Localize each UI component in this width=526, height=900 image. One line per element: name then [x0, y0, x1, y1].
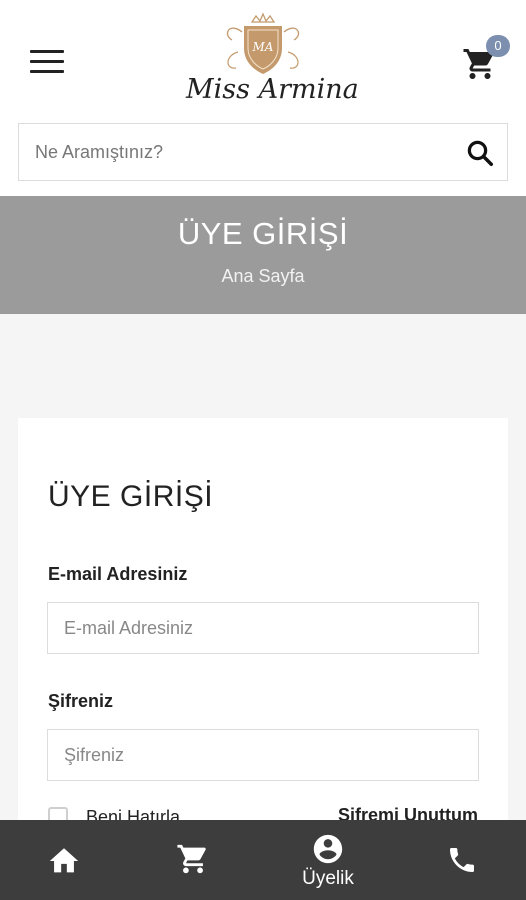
home-icon — [49, 848, 79, 873]
email-field[interactable] — [47, 602, 479, 654]
login-card: ÜYE GİRİŞİ E-mail Adresiniz Şifreniz Ben… — [18, 418, 508, 838]
banner-title: ÜYE GİRİŞİ — [177, 216, 349, 251]
hamburger-line — [30, 50, 64, 53]
login-title: ÜYE GİRİŞİ — [48, 480, 214, 513]
nav-account-label: Üyelik — [302, 868, 354, 889]
cart-icon — [177, 844, 206, 874]
phone-icon — [450, 848, 474, 872]
cart-count-badge: 0 — [486, 35, 510, 57]
logo-text: Miss Armina — [186, 74, 359, 105]
search-icon — [467, 140, 493, 166]
page-banner: ÜYE GİRİŞİ Ana Sayfa — [0, 196, 526, 314]
password-field[interactable] — [47, 729, 479, 781]
header: MA Miss Armina 0 — [0, 0, 526, 196]
password-label: Şifreniz — [48, 691, 114, 711]
email-label: E-mail Adresiniz — [48, 564, 188, 584]
search-input[interactable] — [19, 124, 449, 180]
hamburger-line — [30, 60, 64, 63]
nav-cart[interactable] — [153, 820, 233, 900]
nav-home[interactable] — [24, 820, 104, 900]
logo-monogram: MA — [252, 40, 274, 54]
brand-logo[interactable]: MA Miss Armina — [186, 12, 359, 112]
nav-account[interactable]: Üyelik — [288, 820, 368, 900]
account-icon — [313, 834, 343, 864]
search-button[interactable] — [465, 138, 495, 168]
hamburger-line — [30, 70, 64, 73]
nav-phone[interactable] — [422, 820, 502, 900]
breadcrumb-home[interactable]: Ana Sayfa — [0, 266, 526, 287]
search-bar — [18, 123, 508, 181]
menu-button[interactable] — [30, 50, 64, 74]
bottom-nav: Üyelik — [0, 820, 526, 900]
